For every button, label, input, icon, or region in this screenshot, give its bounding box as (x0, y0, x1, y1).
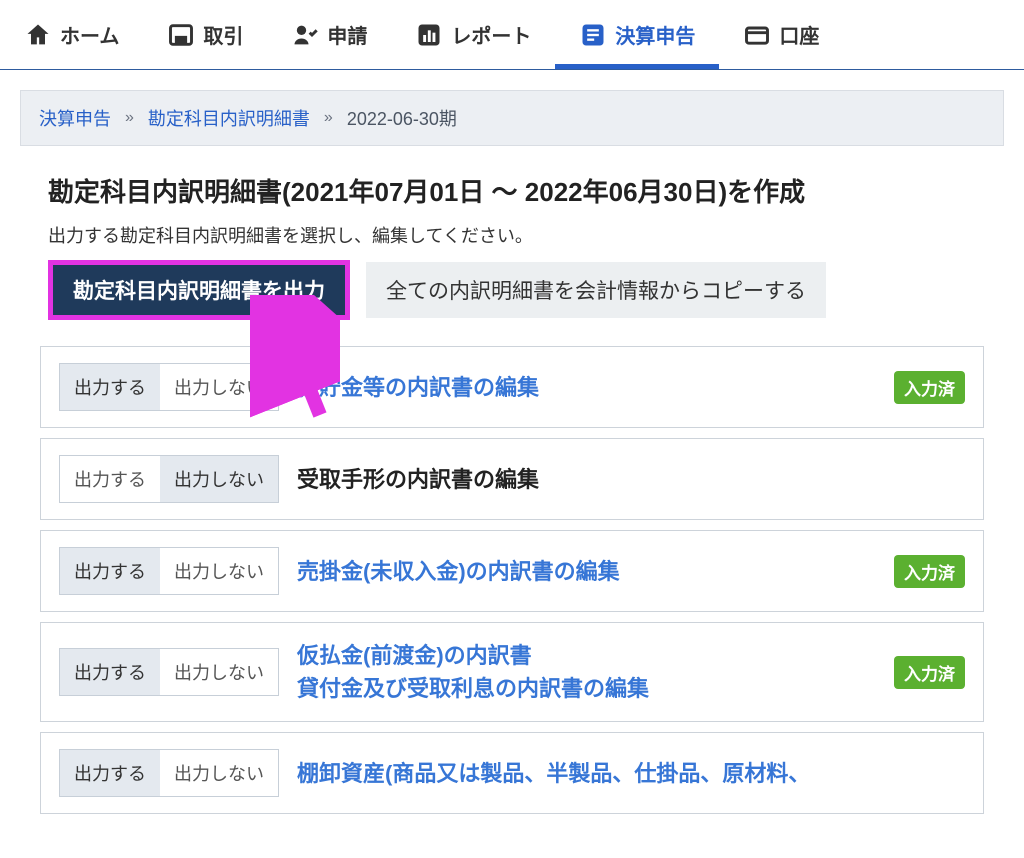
breadcrumb-link[interactable]: 勘定科目内訳明細書 (148, 105, 310, 131)
item-row: 出力する出力しない売掛金(未収入金)の内訳書の編集入力済 (40, 530, 984, 612)
item-title-line: 棚卸資産(商品又は製品、半製品、仕掛品、原材料、 (297, 757, 965, 790)
breadcrumb-current: 2022-06-30期 (347, 105, 457, 131)
nav-label: 決算申告 (615, 20, 695, 49)
output-button[interactable]: 勘定科目内訳明細書を出力 (53, 265, 345, 315)
item-title-line: 受取手形の内訳書の編集 (297, 463, 965, 496)
entered-badge: 入力済 (894, 555, 965, 588)
item-title[interactable]: 棚卸資産(商品又は製品、半製品、仕掛品、原材料、 (297, 757, 965, 790)
nav-account[interactable]: 口座 (719, 0, 843, 69)
nav-label: 口座 (779, 20, 819, 49)
item-title-line: 預貯金等の内訳書の編集 (297, 371, 884, 404)
nav-label: ホーム (60, 20, 119, 49)
breadcrumb-sep: » (125, 109, 134, 127)
copy-all-button[interactable]: 全ての内訳明細書を会計情報からコピーする (366, 262, 826, 318)
item-list: 出力する出力しない預貯金等の内訳書の編集入力済出力する出力しない受取手形の内訳書… (20, 346, 1004, 814)
toggle-output-on[interactable]: 出力する (60, 456, 160, 502)
highlight-annotation: 勘定科目内訳明細書を出力 (48, 260, 350, 320)
item-row: 出力する出力しない預貯金等の内訳書の編集入力済 (40, 346, 984, 428)
toggle-output-off[interactable]: 出力しない (160, 649, 278, 695)
output-toggle: 出力する出力しない (59, 648, 279, 696)
breadcrumb-link[interactable]: 決算申告 (39, 105, 111, 131)
output-toggle: 出力する出力しない (59, 455, 279, 503)
nav-settlement[interactable]: 決算申告 (555, 0, 719, 69)
toggle-output-on[interactable]: 出力する (60, 649, 160, 695)
toggle-output-off[interactable]: 出力しない (160, 456, 278, 502)
page-title: 勘定科目内訳明細書(2021年07月01日 〜 2022年06月30日)を作成 (48, 174, 984, 210)
item-title-wrap: 受取手形の内訳書の編集 (297, 463, 965, 496)
toggle-output-off[interactable]: 出力しない (160, 750, 278, 796)
nav-label: 申請 (327, 20, 367, 49)
top-nav: ホーム 取引 申請 レポート 決算申告 口座 (0, 0, 1024, 70)
output-toggle: 出力する出力しない (59, 547, 279, 595)
page-subtitle: 出力する勘定科目内訳明細書を選択し、編集してください。 (48, 222, 984, 248)
breadcrumb-sep: » (324, 109, 333, 127)
breadcrumb: 決算申告 » 勘定科目内訳明細書 » 2022-06-30期 (20, 90, 1004, 146)
transaction-icon (167, 21, 195, 49)
application-icon (291, 21, 319, 49)
nav-transaction[interactable]: 取引 (143, 0, 267, 69)
report-icon (415, 21, 443, 49)
item-title-wrap: 預貯金等の内訳書の編集入力済 (297, 371, 965, 404)
toggle-output-on[interactable]: 出力する (60, 548, 160, 594)
entered-badge: 入力済 (894, 656, 965, 689)
item-title-line: 仮払金(前渡金)の内訳書 (297, 639, 884, 672)
item-title: 受取手形の内訳書の編集 (297, 463, 965, 496)
action-row: 勘定科目内訳明細書を出力 全ての内訳明細書を会計情報からコピーする (20, 260, 1004, 336)
item-title-line: 貸付金及び受取利息の内訳書の編集 (297, 672, 884, 705)
item-title-line: 売掛金(未収入金)の内訳書の編集 (297, 555, 884, 588)
toggle-output-off[interactable]: 出力しない (160, 364, 278, 410)
nav-label: レポート (451, 20, 531, 49)
item-title-wrap: 棚卸資産(商品又は製品、半製品、仕掛品、原材料、 (297, 757, 965, 790)
account-icon (743, 21, 771, 49)
item-title-wrap: 売掛金(未収入金)の内訳書の編集入力済 (297, 555, 965, 588)
output-toggle: 出力する出力しない (59, 749, 279, 797)
item-title[interactable]: 売掛金(未収入金)の内訳書の編集 (297, 555, 884, 588)
settlement-icon (579, 21, 607, 49)
toggle-output-on[interactable]: 出力する (60, 364, 160, 410)
nav-report[interactable]: レポート (391, 0, 555, 69)
item-row: 出力する出力しない棚卸資産(商品又は製品、半製品、仕掛品、原材料、 (40, 732, 984, 814)
nav-home[interactable]: ホーム (0, 0, 143, 69)
item-title-wrap: 仮払金(前渡金)の内訳書貸付金及び受取利息の内訳書の編集入力済 (297, 639, 965, 705)
output-toggle: 出力する出力しない (59, 363, 279, 411)
item-title[interactable]: 仮払金(前渡金)の内訳書貸付金及び受取利息の内訳書の編集 (297, 639, 884, 705)
item-title[interactable]: 預貯金等の内訳書の編集 (297, 371, 884, 404)
nav-application[interactable]: 申請 (267, 0, 391, 69)
nav-label: 取引 (203, 20, 243, 49)
item-row: 出力する出力しない受取手形の内訳書の編集 (40, 438, 984, 520)
toggle-output-on[interactable]: 出力する (60, 750, 160, 796)
item-row: 出力する出力しない仮払金(前渡金)の内訳書貸付金及び受取利息の内訳書の編集入力済 (40, 622, 984, 722)
home-icon (24, 21, 52, 49)
toggle-output-off[interactable]: 出力しない (160, 548, 278, 594)
entered-badge: 入力済 (894, 371, 965, 404)
